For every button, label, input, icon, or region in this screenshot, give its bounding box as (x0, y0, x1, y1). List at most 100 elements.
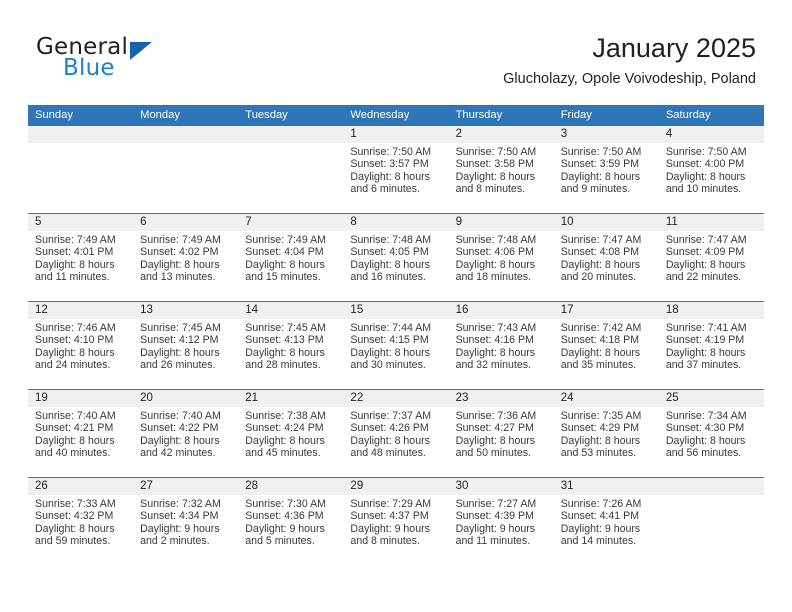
day-cell-16[interactable]: Sunrise: 7:43 AM Sunset: 4:16 PM Daylight:… (449, 319, 554, 389)
day-detail-line: Sunrise: 7:30 AM (245, 498, 326, 510)
day-cell-29[interactable]: Sunrise: 7:29 AM Sunset: 4:37 PM Daylight:… (343, 495, 448, 565)
day-cell-8[interactable]: Sunrise: 7:48 AM Sunset: 4:05 PM Daylight:… (343, 231, 448, 301)
day-number-18[interactable]: 18 (659, 302, 764, 319)
week-daynumber-band: 12 13 14 15 16 17 18 (28, 302, 764, 319)
day-number-29[interactable]: 29 (343, 478, 448, 495)
day-detail-line: Sunrise: 7:49 AM (245, 234, 326, 246)
day-number-21[interactable]: 21 (238, 390, 343, 407)
day-detail-line: Sunset: 4:05 PM (350, 246, 429, 259)
day-number-15[interactable]: 15 (343, 302, 448, 319)
day-number-26[interactable]: 26 (28, 478, 133, 495)
day-detail-line: and 22 minutes. (665, 271, 742, 284)
day-number-20[interactable]: 20 (133, 390, 238, 407)
day-detail-line: Sunset: 4:19 PM (665, 334, 745, 347)
day-cell-28[interactable]: Sunrise: 7:30 AM Sunset: 4:36 PM Daylight:… (238, 495, 343, 565)
day-cell-13[interactable]: Sunrise: 7:45 AM Sunset: 4:12 PM Daylight:… (133, 319, 238, 389)
day-detail-line: Daylight: 9 hours (140, 522, 220, 535)
day-cell-3[interactable]: Sunrise: 7:50 AM Sunset: 3:59 PM Daylight:… (554, 143, 659, 213)
day-number-19[interactable]: 19 (28, 390, 133, 407)
day-number-31[interactable]: 31 (554, 478, 659, 495)
day-detail-line: and 28 minutes. (245, 359, 321, 372)
day-number-27[interactable]: 27 (133, 478, 238, 495)
page-header: General Blue January 2025 Glucholazy, Op… (36, 30, 756, 98)
day-cell-15[interactable]: Sunrise: 7:44 AM Sunset: 4:15 PM Daylight:… (343, 319, 448, 389)
calendar-weeks: 1 2 3 4 Sunrise: 7:50 AM Sunset: 3:57 PM Dayli… (28, 126, 764, 565)
day-number-8[interactable]: 8 (343, 214, 448, 231)
day-number-17[interactable]: 17 (554, 302, 659, 319)
day-cell-12[interactable]: Sunrise: 7:46 AM Sunset: 4:10 PM Daylight:… (28, 319, 133, 389)
day-cell-21[interactable]: Sunrise: 7:38 AM Sunset: 4:24 PM Daylight:… (238, 407, 343, 477)
day-number-24[interactable]: 24 (554, 390, 659, 407)
day-number-3[interactable]: 3 (554, 126, 659, 143)
day-cell-24[interactable]: Sunrise: 7:35 AM Sunset: 4:29 PM Daylight:… (554, 407, 659, 477)
day-number-6[interactable]: 6 (133, 214, 238, 231)
day-detail-line: and 10 minutes. (665, 183, 742, 196)
day-cell-14[interactable]: Sunrise: 7:45 AM Sunset: 4:13 PM Daylight:… (238, 319, 343, 389)
weekday-header-row: Sunday Monday Tuesday Wednesday Thursday Frid… (28, 105, 764, 126)
day-number-2[interactable]: 2 (449, 126, 554, 143)
day-number-14[interactable]: 14 (238, 302, 343, 319)
day-number-9[interactable]: 9 (449, 214, 554, 231)
day-cell-20[interactable]: Sunrise: 7:40 AM Sunset: 4:22 PM Daylight:… (133, 407, 238, 477)
day-cell-1[interactable]: Sunrise: 7:50 AM Sunset: 3:57 PM Daylight:… (343, 143, 448, 213)
day-cell-23[interactable]: Sunrise: 7:36 AM Sunset: 4:27 PM Daylight:… (449, 407, 554, 477)
day-cell-18[interactable]: Sunrise: 7:41 AM Sunset: 4:19 PM Daylight:… (659, 319, 764, 389)
day-detail-line: Sunset: 3:59 PM (560, 158, 640, 171)
day-number-4[interactable]: 4 (659, 126, 764, 143)
day-number-13[interactable]: 13 (133, 302, 238, 319)
day-cell-6[interactable]: Sunrise: 7:49 AM Sunset: 4:02 PM Daylight:… (133, 231, 238, 301)
day-detail-line: Sunrise: 7:36 AM (455, 410, 537, 422)
day-detail-line: Daylight: 8 hours (35, 434, 115, 447)
day-cell-19[interactable]: Sunrise: 7:40 AM Sunset: 4:21 PM Daylight:… (28, 407, 133, 477)
day-cell-30[interactable]: Sunrise: 7:27 AM Sunset: 4:39 PM Daylight:… (449, 495, 554, 565)
day-detail-line: Sunrise: 7:50 AM (455, 146, 537, 158)
day-number-28[interactable]: 28 (238, 478, 343, 495)
day-number-30[interactable]: 30 (449, 478, 554, 495)
day-number-22[interactable]: 22 (343, 390, 448, 407)
day-cell-5[interactable]: Sunrise: 7:49 AM Sunset: 4:01 PM Daylight:… (28, 231, 133, 301)
weekday-header-sunday: Sunday (35, 109, 73, 121)
day-number-1[interactable]: 1 (343, 126, 448, 143)
day-number-11[interactable]: 11 (659, 214, 764, 231)
day-cell-27[interactable]: Sunrise: 7:32 AM Sunset: 4:34 PM Daylight:… (133, 495, 238, 565)
day-cell-empty (659, 495, 764, 565)
day-detail-line: Daylight: 9 hours (350, 522, 430, 535)
day-cell-9[interactable]: Sunrise: 7:48 AM Sunset: 4:06 PM Daylight:… (449, 231, 554, 301)
day-number-7[interactable]: 7 (238, 214, 343, 231)
day-number-23[interactable]: 23 (449, 390, 554, 407)
day-detail-line: Sunrise: 7:40 AM (140, 410, 221, 422)
day-detail-line: Daylight: 8 hours (665, 346, 746, 359)
day-number-12[interactable]: 12 (28, 302, 133, 319)
brand-logo[interactable]: General Blue (36, 36, 276, 92)
day-detail-line: and 32 minutes. (455, 359, 531, 372)
day-number-25[interactable]: 25 (659, 390, 764, 407)
day-cell-31[interactable]: Sunrise: 7:26 AM Sunset: 4:41 PM Daylight:… (554, 495, 659, 565)
day-number-10[interactable]: 10 (554, 214, 659, 231)
day-detail-line: Sunset: 4:16 PM (455, 334, 534, 347)
day-number-empty (659, 478, 764, 495)
day-cell-25[interactable]: Sunrise: 7:34 AM Sunset: 4:30 PM Daylight:… (659, 407, 764, 477)
day-detail-line: Sunset: 4:10 PM (35, 334, 114, 347)
week-daynumber-band: 1234 (28, 126, 764, 143)
day-detail-line: Sunrise: 7:45 AM (245, 322, 326, 334)
day-detail-line: Sunrise: 7:47 AM (665, 234, 747, 246)
day-cell-10[interactable]: Sunrise: 7:47 AM Sunset: 4:08 PM Daylight:… (554, 231, 659, 301)
day-detail-line: Sunrise: 7:50 AM (350, 146, 432, 158)
day-cell-4[interactable]: Sunrise: 7:50 AM Sunset: 4:00 PM Daylight:… (659, 143, 764, 213)
day-detail-line: and 35 minutes. (560, 359, 637, 372)
day-cell-26[interactable]: Sunrise: 7:33 AM Sunset: 4:32 PM Daylight:… (28, 495, 133, 565)
day-detail-line: Sunset: 4:39 PM (455, 510, 534, 523)
title-block: January 2025 Glucholazy, Opole Voivodesh… (503, 30, 756, 90)
day-cell-2[interactable]: Sunrise: 7:50 AM Sunset: 3:58 PM Daylight:… (449, 143, 554, 213)
day-detail-line: and 5 minutes. (245, 535, 315, 548)
calendar-week-row: 26 27 28 29 30 31 Sunrise: 7:33 AM Sunset: 4:32… (28, 477, 764, 565)
day-cell-22[interactable]: Sunrise: 7:37 AM Sunset: 4:26 PM Daylight:… (343, 407, 448, 477)
day-cell-11[interactable]: Sunrise: 7:47 AM Sunset: 4:09 PM Daylight:… (659, 231, 764, 301)
day-detail-line: and 53 minutes. (560, 447, 637, 460)
calendar-week-row: 5 6 7 8 9 10 11 Sunrise: 7:49 AM Sunset: 4:01 PM… (28, 213, 764, 301)
day-cell-7[interactable]: Sunrise: 7:49 AM Sunset: 4:04 PM Daylight:… (238, 231, 343, 301)
day-number-16[interactable]: 16 (449, 302, 554, 319)
day-cell-17[interactable]: Sunrise: 7:42 AM Sunset: 4:18 PM Daylight:… (554, 319, 659, 389)
day-detail-line: Sunrise: 7:37 AM (350, 410, 432, 422)
day-number-5[interactable]: 5 (28, 214, 133, 231)
